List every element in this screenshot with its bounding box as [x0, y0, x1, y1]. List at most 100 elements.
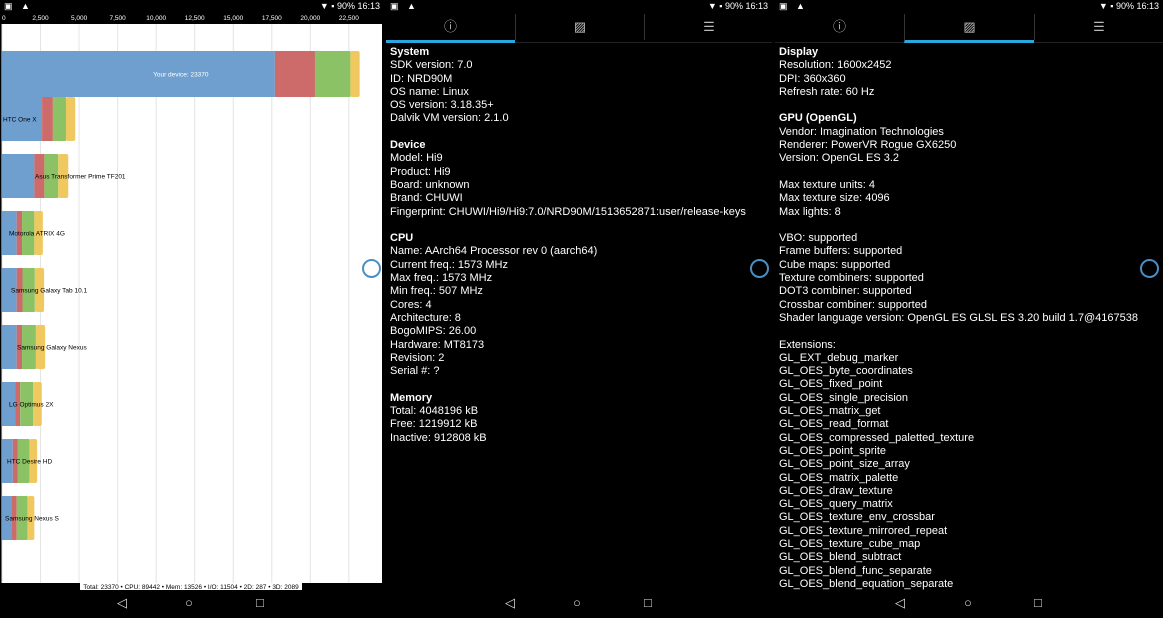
info-line: Max texture units: 4 — [779, 178, 875, 191]
info-line: Max lights: 8 — [779, 205, 841, 218]
info-line: Resolution: 1600x2452 — [779, 59, 892, 72]
info-line: GL_OES_point_sprite — [779, 444, 887, 457]
info-line: Product: Hi9 — [390, 165, 451, 178]
info-line: OS version: 3.18.35+ — [390, 99, 494, 112]
info-line: Board: unknown — [390, 178, 470, 191]
clock: 16:13 — [1136, 1, 1159, 11]
bar-label: Samsung Galaxy Nexus — [17, 345, 87, 352]
info-line: Total: 4048196 kB — [390, 405, 479, 418]
image-icon: ▨ — [963, 19, 976, 34]
tab-list[interactable]: ☰ — [1034, 14, 1163, 40]
x-tick-label: 12,500 — [185, 15, 205, 22]
device-info-text: System SDK version: 7.0 ID: NRD90M OS name… — [390, 46, 768, 458]
system-info-panel: ▣ ▲ ▼ ▪ 90% 16:13 ⓘ ▨ ☰ System SDK versi… — [386, 0, 772, 618]
bar-label: HTC One X — [3, 117, 37, 124]
section-title: CPU — [390, 232, 414, 245]
bar-label: Samsung Galaxy Tab 10.1 — [11, 288, 88, 295]
info-line: Crossbar combiner: supported — [779, 298, 927, 311]
bar-segment — [2, 325, 17, 369]
tab-image[interactable]: ▨ — [515, 14, 644, 40]
bar-segment — [65, 97, 76, 141]
bar-segment — [2, 154, 35, 198]
device-section: Device Model: Hi9 Product: Hi9 Board: unkn… — [390, 139, 768, 219]
info-line: GL_OES_single_precision — [779, 391, 909, 404]
scroll-handle[interactable] — [1140, 259, 1159, 278]
info-line: BogoMIPS: 26.00 — [390, 325, 477, 338]
status-bar: ▣ ▲ ▼ ▪ 90% 16:13 — [775, 0, 1163, 13]
tab-info[interactable]: ⓘ — [386, 14, 515, 43]
gpu-limits-section: Max texture units: 4 Max texture size: 40… — [779, 179, 1159, 219]
x-tick-label: 17,500 — [262, 15, 282, 22]
x-tick-label: 15,000 — [223, 15, 243, 22]
info-line: SDK version: 7.0 — [390, 59, 473, 72]
back-button[interactable]: ◁ — [505, 595, 515, 611]
info-line: GL_OES_fixed_point — [779, 378, 883, 391]
x-tick-label: 10,000 — [146, 15, 166, 22]
navigation-bar: ◁ ○ □ — [775, 590, 1163, 618]
scroll-handle[interactable] — [750, 259, 769, 278]
x-tick-label: 7,500 — [109, 15, 126, 22]
tab-bar: ⓘ ▨ ☰ — [386, 14, 772, 43]
tab-bar: ⓘ ▨ ☰ — [775, 14, 1163, 43]
x-tick-label: 5,000 — [71, 15, 88, 22]
system-section: System SDK version: 7.0 ID: NRD90M OS name… — [390, 46, 768, 126]
info-line: Dalvik VM version: 2.1.0 — [390, 112, 509, 125]
clock: 16:13 — [745, 1, 768, 11]
info-line: GL_OES_compressed_paletted_texture — [779, 431, 975, 444]
info-line: Max freq.: 1573 MHz — [390, 272, 493, 285]
display-section: Display Resolution: 1600x2452 DPI: 360x36… — [779, 46, 1159, 99]
display-info-panel: ▣ ▲ ▼ ▪ 90% 16:13 ⓘ ▨ ☰ Display Resoluti… — [775, 0, 1163, 618]
home-button[interactable]: ○ — [964, 595, 972, 610]
clock: 16:13 — [357, 1, 380, 11]
bar-segment — [314, 51, 351, 97]
info-line: Architecture: 8 — [390, 311, 461, 324]
info-line: GL_OES_blend_func_separate — [779, 564, 932, 577]
graphics-info-text: Display Resolution: 1600x2452 DPI: 360x36… — [779, 46, 1159, 604]
info-line: GL_OES_byte_coordinates — [779, 365, 913, 378]
info-line: GL_OES_blend_subtract — [779, 551, 902, 564]
info-line: OS name: Linux — [390, 85, 469, 98]
recents-button[interactable]: □ — [1034, 595, 1042, 610]
x-tick-label: 2,500 — [32, 15, 49, 22]
info-icon: ⓘ — [832, 19, 846, 34]
bar-label: Samsung Nexus S — [5, 516, 59, 523]
battery-level: 90% — [336, 1, 355, 11]
bar-segment — [350, 51, 360, 97]
tab-list[interactable]: ☰ — [644, 14, 772, 40]
section-title: Device — [390, 139, 426, 152]
recents-button[interactable]: □ — [256, 595, 264, 610]
battery-level: 90% — [724, 1, 743, 11]
recents-button[interactable]: □ — [644, 595, 652, 610]
home-button[interactable]: ○ — [185, 595, 193, 610]
info-line: DOT3 combiner: supported — [779, 285, 912, 298]
info-line: Revision: 2 — [390, 351, 445, 364]
status-bar: ▣ ▲ ▼ ▪ 90% 16:13 — [386, 0, 772, 13]
bar-label: HTC Desire HD — [7, 459, 52, 466]
x-tick-label: 22,500 — [339, 15, 359, 22]
bar-segment — [42, 97, 53, 141]
info-line: Cores: 4 — [390, 298, 432, 311]
info-line: Vendor: Imagination Technologies — [779, 125, 944, 138]
info-line: Hardware: MT8173 — [390, 338, 485, 351]
back-button[interactable]: ◁ — [895, 595, 905, 611]
scroll-handle[interactable] — [362, 259, 381, 278]
info-line: GL_OES_query_matrix — [779, 498, 893, 511]
notification-icons: ▣ ▲ — [390, 1, 419, 11]
x-tick-label: 20,000 — [300, 15, 320, 22]
image-icon: ▨ — [573, 19, 587, 34]
info-icon: ⓘ — [443, 19, 457, 34]
home-button[interactable]: ○ — [573, 595, 581, 610]
navigation-bar: ◁ ○ □ — [386, 590, 772, 618]
navigation-bar: ◁ ○ □ — [0, 590, 384, 618]
notification-icons: ▣ ▲ — [779, 1, 808, 11]
tab-image[interactable]: ▨ — [904, 14, 1034, 43]
info-line: Texture combiners: supported — [779, 272, 924, 285]
info-line: Free: 1219912 kB — [390, 418, 478, 431]
info-line: Version: OpenGL ES 3.2 — [779, 152, 900, 165]
back-button[interactable]: ◁ — [117, 595, 127, 611]
tab-info[interactable]: ⓘ — [775, 14, 904, 40]
bar-label: Asus Transformer Prime TF201 — [35, 174, 126, 181]
info-line: GL_OES_texture_cube_map — [779, 537, 921, 550]
info-line: VBO: supported — [779, 232, 858, 245]
extensions-section: Extensions: GL_EXT_debug_marker GL_OES_by… — [779, 339, 1159, 592]
